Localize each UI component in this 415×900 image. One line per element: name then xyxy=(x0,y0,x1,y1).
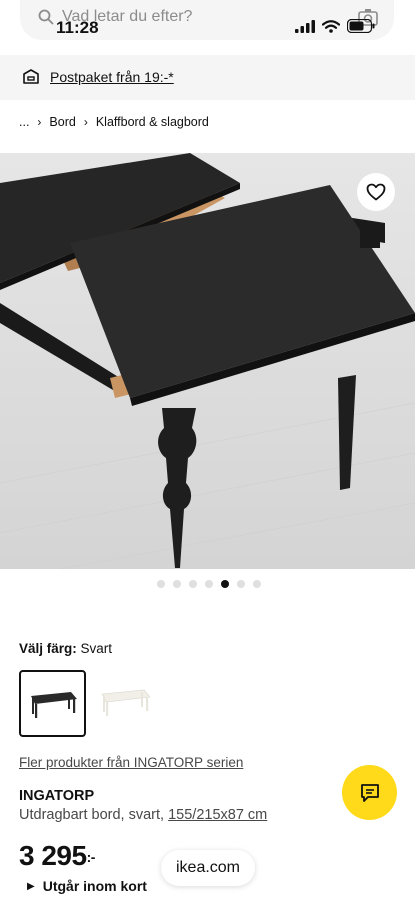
product-price: 3 295:- xyxy=(19,840,95,872)
status-time: 11:28 xyxy=(56,18,99,37)
gallery-dot[interactable] xyxy=(221,580,229,588)
gallery-dot[interactable] xyxy=(237,580,245,588)
series-link[interactable]: Fler produkter från INGATORP serien xyxy=(19,755,243,770)
stock-status-text: Utgår inom kort xyxy=(42,878,147,894)
gallery-dot[interactable] xyxy=(157,580,165,588)
gallery-dot[interactable] xyxy=(173,580,181,588)
delivery-link[interactable]: Postpaket från 19:-* xyxy=(50,69,174,85)
signal-icon xyxy=(295,19,315,33)
product-description: Utdragbart bord, svart, 155/215x87 cm xyxy=(19,807,267,823)
color-label: Välj färg: Svart xyxy=(19,641,112,656)
product-name: INGATORP xyxy=(19,788,95,804)
color-value: Svart xyxy=(80,641,113,656)
product-image[interactable] xyxy=(0,153,415,569)
status-icons xyxy=(295,19,375,33)
top-bar: Vad letar du efter? 11:28 xyxy=(0,0,415,55)
caret-right-icon: ▶ xyxy=(27,880,35,892)
chevron-right-icon: › xyxy=(83,115,88,129)
chat-button[interactable] xyxy=(342,765,397,820)
product-dimensions-link[interactable]: 155/215x87 cm xyxy=(168,807,267,823)
price-suffix: :- xyxy=(86,849,96,865)
stock-status[interactable]: ▶ Utgår inom kort xyxy=(27,878,147,894)
chevron-right-icon: › xyxy=(37,115,42,129)
breadcrumb-item-bord[interactable]: Bord xyxy=(49,115,75,129)
search-icon xyxy=(38,9,54,25)
color-swatch-black[interactable] xyxy=(19,670,86,737)
gallery-dot[interactable] xyxy=(253,580,261,588)
color-label-text: Välj färg: xyxy=(19,641,77,656)
breadcrumb: ... › Bord › Klaffbord & slagbord xyxy=(19,115,209,129)
black-table-thumbnail xyxy=(31,692,77,718)
color-swatch-white[interactable] xyxy=(94,670,161,737)
favorite-button[interactable] xyxy=(357,173,395,211)
gallery-dot[interactable] xyxy=(189,580,197,588)
browser-url: ikea.com xyxy=(175,859,241,876)
chat-icon xyxy=(360,783,379,802)
price-value: 3 295 xyxy=(19,840,87,871)
table-photo xyxy=(0,153,415,569)
white-table-thumbnail xyxy=(101,689,151,716)
battery-icon xyxy=(347,19,375,33)
heart-icon xyxy=(366,183,386,201)
breadcrumb-ellipsis[interactable]: ... xyxy=(19,115,29,129)
breadcrumb-item-klaffbord[interactable]: Klaffbord & slagbord xyxy=(96,115,209,129)
wifi-icon xyxy=(322,19,340,33)
browser-url-pill[interactable]: ikea.com xyxy=(161,850,255,886)
package-icon xyxy=(23,69,39,84)
delivery-banner: Postpaket från 19:-* xyxy=(0,55,415,100)
product-description-text: Utdragbart bord, svart, xyxy=(19,807,169,823)
gallery-dot[interactable] xyxy=(205,580,213,588)
gallery-dots[interactable] xyxy=(157,580,261,588)
